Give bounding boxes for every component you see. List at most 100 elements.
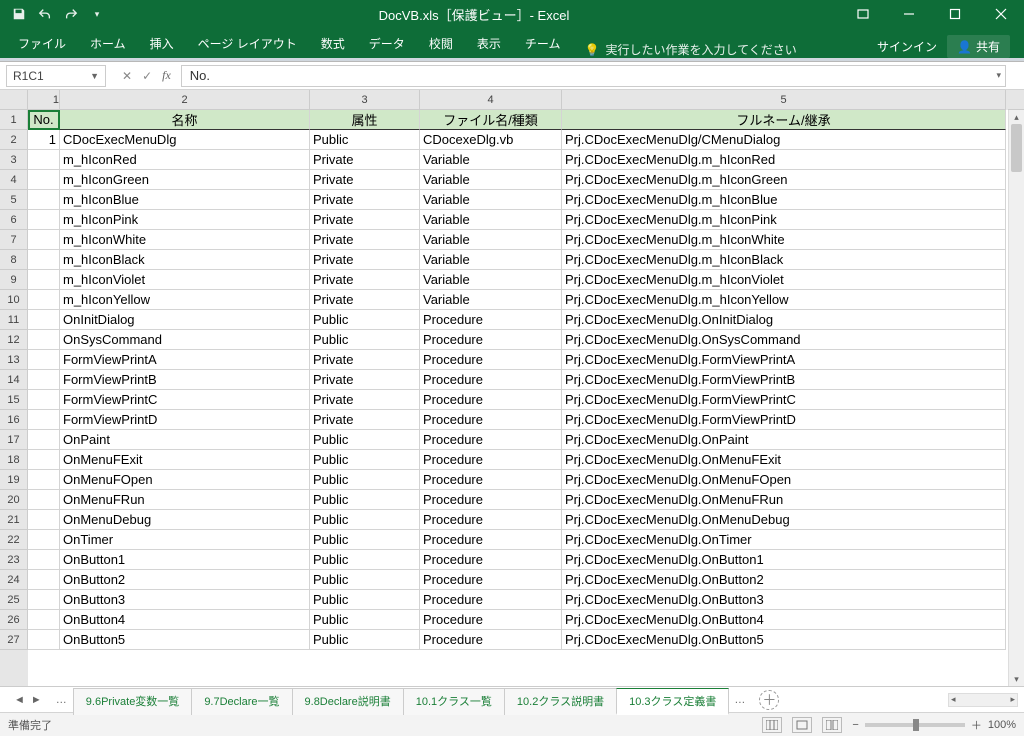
cell[interactable]: Prj.CDocExecMenuDlg.OnButton4 (562, 610, 1006, 630)
ribbon-tab-2[interactable]: 挿入 (138, 29, 186, 58)
cell[interactable]: Prj.CDocExecMenuDlg.FormViewPrintC (562, 390, 1006, 410)
cell[interactable] (28, 330, 60, 350)
ribbon-tab-7[interactable]: 表示 (465, 29, 513, 58)
share-button[interactable]: 👤 共有 (947, 35, 1010, 58)
sheet-tab[interactable]: 9.7Declare一覧 (191, 688, 292, 715)
sheet-tab[interactable]: 10.1クラス一覧 (403, 688, 505, 715)
cell[interactable]: m_hIconBlack (60, 250, 310, 270)
cell[interactable]: Prj.CDocExecMenuDlg.FormViewPrintD (562, 410, 1006, 430)
cell[interactable]: Public (310, 330, 420, 350)
cell[interactable]: Prj.CDocExecMenuDlg.m_hIconViolet (562, 270, 1006, 290)
cell[interactable]: OnInitDialog (60, 310, 310, 330)
cell[interactable]: OnButton5 (60, 630, 310, 650)
col-header[interactable]: 2 (60, 90, 310, 110)
zoom-slider[interactable] (865, 723, 965, 727)
formula-bar[interactable]: No. ▾ (181, 65, 1006, 87)
maximize-button[interactable] (932, 0, 978, 28)
cell[interactable]: Prj.CDocExecMenuDlg.OnMenuFOpen (562, 470, 1006, 490)
cell[interactable]: Private (310, 370, 420, 390)
cell[interactable]: OnMenuFOpen (60, 470, 310, 490)
cell[interactable] (28, 550, 60, 570)
cell[interactable]: Procedure (420, 470, 562, 490)
name-box[interactable]: R1C1 ▼ (6, 65, 106, 87)
cell[interactable]: Prj.CDocExecMenuDlg.OnButton5 (562, 630, 1006, 650)
cell[interactable]: m_hIconBlue (60, 190, 310, 210)
cell[interactable]: Procedure (420, 550, 562, 570)
cell[interactable]: Public (310, 450, 420, 470)
cell[interactable]: Prj.CDocExecMenuDlg.OnSysCommand (562, 330, 1006, 350)
cell[interactable]: Variable (420, 150, 562, 170)
col-header[interactable]: 4 (420, 90, 562, 110)
ribbon-display-button[interactable] (840, 0, 886, 28)
cell[interactable] (28, 270, 60, 290)
cell[interactable]: Public (310, 550, 420, 570)
cell[interactable]: Prj.CDocExecMenuDlg.OnTimer (562, 530, 1006, 550)
close-button[interactable] (978, 0, 1024, 28)
cell[interactable]: OnSysCommand (60, 330, 310, 350)
cell[interactable]: CDocexeDlg.vb (420, 130, 562, 150)
cell[interactable] (28, 610, 60, 630)
cell[interactable]: Public (310, 630, 420, 650)
scroll-down-icon[interactable]: ▾ (1009, 672, 1024, 686)
cell[interactable]: Prj.CDocExecMenuDlg.FormViewPrintA (562, 350, 1006, 370)
cell[interactable] (28, 530, 60, 550)
row-header[interactable]: 1 (0, 110, 28, 130)
cell[interactable] (28, 230, 60, 250)
cell[interactable]: Procedure (420, 570, 562, 590)
zoom-level[interactable]: 100% (988, 719, 1016, 731)
cell[interactable]: Prj.CDocExecMenuDlg.OnButton1 (562, 550, 1006, 570)
cell[interactable]: Public (310, 310, 420, 330)
cell[interactable]: Procedure (420, 410, 562, 430)
zoom-in-button[interactable]: ＋ (971, 717, 982, 733)
cell[interactable]: Variable (420, 190, 562, 210)
cell[interactable]: Procedure (420, 330, 562, 350)
undo-button[interactable] (34, 3, 56, 25)
sheet-nav-prev[interactable]: ◄ (14, 694, 25, 706)
horizontal-scrollbar[interactable]: ◂▸ (948, 693, 1018, 707)
cell[interactable]: Private (310, 390, 420, 410)
row-header[interactable]: 14 (0, 370, 28, 390)
cell[interactable] (28, 310, 60, 330)
ribbon-tab-1[interactable]: ホーム (78, 29, 138, 58)
cell[interactable]: Public (310, 430, 420, 450)
cell[interactable]: OnMenuFRun (60, 490, 310, 510)
redo-button[interactable] (60, 3, 82, 25)
cell[interactable] (28, 590, 60, 610)
cell[interactable]: Prj.CDocExecMenuDlg.m_hIconGreen (562, 170, 1006, 190)
cell[interactable]: Public (310, 530, 420, 550)
cell[interactable]: OnMenuDebug (60, 510, 310, 530)
cell[interactable]: 属性 (310, 110, 420, 130)
cell[interactable]: Private (310, 170, 420, 190)
cell[interactable]: 名称 (60, 110, 310, 130)
cell[interactable]: No. (28, 110, 60, 130)
sheet-ellipsis-left[interactable]: … (50, 694, 73, 706)
cell[interactable]: Procedure (420, 490, 562, 510)
cell[interactable] (28, 490, 60, 510)
row-header[interactable]: 2 (0, 130, 28, 150)
fx-icon[interactable]: fx (162, 68, 171, 83)
zoom-out-button[interactable]: − (852, 719, 858, 731)
row-header[interactable]: 19 (0, 470, 28, 490)
scroll-up-icon[interactable]: ▴ (1009, 110, 1024, 124)
cell[interactable] (28, 570, 60, 590)
cell[interactable]: Procedure (420, 370, 562, 390)
cell[interactable]: Private (310, 290, 420, 310)
cell[interactable]: FormViewPrintB (60, 370, 310, 390)
ribbon-tab-3[interactable]: ページ レイアウト (186, 29, 309, 58)
col-header[interactable]: 5 (562, 90, 1006, 110)
cell[interactable]: OnMenuFExit (60, 450, 310, 470)
row-header[interactable]: 13 (0, 350, 28, 370)
save-button[interactable] (8, 3, 30, 25)
cell[interactable] (28, 290, 60, 310)
row-header[interactable]: 7 (0, 230, 28, 250)
ribbon-tab-0[interactable]: ファイル (6, 29, 78, 58)
row-header[interactable]: 22 (0, 530, 28, 550)
cell[interactable]: OnButton2 (60, 570, 310, 590)
row-header[interactable]: 20 (0, 490, 28, 510)
cell[interactable]: Procedure (420, 510, 562, 530)
row-header[interactable]: 11 (0, 310, 28, 330)
cell[interactable]: m_hIconGreen (60, 170, 310, 190)
expand-formula-icon[interactable]: ▾ (996, 70, 1001, 81)
sheet-tab[interactable]: 9.6Private変数一覧 (73, 688, 193, 715)
cell[interactable]: Private (310, 230, 420, 250)
